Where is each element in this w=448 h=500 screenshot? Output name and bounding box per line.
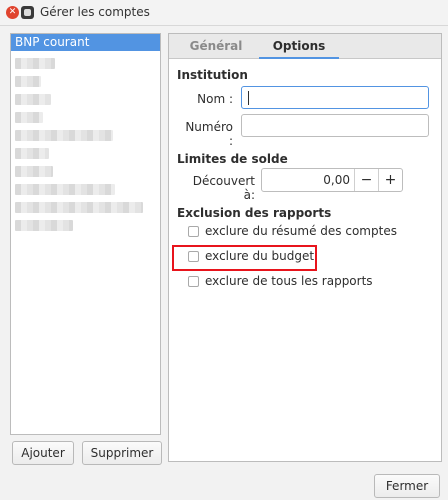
number-field[interactable] (241, 114, 429, 137)
blurred-account[interactable] (15, 220, 73, 231)
blurred-account[interactable] (15, 148, 49, 159)
exclude-summary-checkbox[interactable] (188, 226, 199, 237)
app-icon (21, 6, 34, 19)
delete-account-button[interactable]: Supprimer (82, 441, 162, 465)
blurred-account[interactable] (15, 130, 113, 141)
overdraft-label: Découvert à: (192, 174, 255, 202)
balance-limits-title: Limites de solde (177, 152, 288, 166)
blurred-account[interactable] (15, 58, 55, 69)
blurred-account[interactable] (15, 202, 143, 213)
account-list[interactable]: BNP courant (10, 33, 161, 435)
highlight-box (172, 245, 317, 271)
decrement-button[interactable]: − (354, 169, 378, 191)
window-title: Gérer les comptes (40, 5, 150, 19)
institution-section-title: Institution (177, 68, 248, 82)
name-field[interactable] (241, 86, 429, 109)
blurred-account[interactable] (15, 112, 43, 123)
blurred-account[interactable] (15, 166, 53, 177)
tab-general[interactable]: Général (177, 34, 255, 59)
close-icon[interactable]: ✕ (6, 6, 19, 19)
blurred-account[interactable] (15, 94, 51, 105)
blurred-account[interactable] (15, 184, 115, 195)
exclude-all-reports-checkbox[interactable] (188, 276, 199, 287)
tab-options[interactable]: Options (259, 34, 339, 59)
increment-button[interactable]: + (378, 169, 402, 191)
add-account-button[interactable]: Ajouter (12, 441, 74, 465)
overdraft-spinbox[interactable]: 0,00 − + (261, 168, 403, 192)
report-exclusion-title: Exclusion des rapports (177, 206, 332, 220)
exclude-summary-label[interactable]: exclure du résumé des comptes (205, 224, 397, 238)
number-label: Numéro : (185, 120, 233, 148)
text-caret (248, 91, 249, 105)
exclude-all-reports-label[interactable]: exclure de tous les rapports (205, 274, 373, 288)
blurred-account[interactable] (15, 76, 41, 87)
overdraft-value[interactable]: 0,00 (323, 173, 350, 187)
tab-bar: Général Options (169, 34, 441, 59)
close-button[interactable]: Fermer (374, 474, 440, 498)
account-item-selected[interactable]: BNP courant (11, 34, 160, 51)
title-bar: ✕ Gérer les comptes (0, 0, 448, 26)
settings-panel: Général Options Institution Nom : Numéro… (168, 33, 442, 462)
name-label: Nom : (197, 92, 233, 106)
